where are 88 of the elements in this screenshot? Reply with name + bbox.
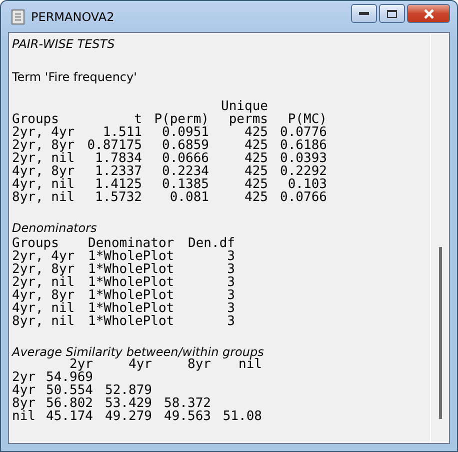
table-cell: 8yr, nil	[12, 190, 75, 205]
table-cell: 3	[227, 275, 235, 290]
column-header: Groups	[12, 112, 59, 127]
table-cell: 425	[244, 190, 268, 205]
table-cell: 3	[227, 262, 235, 277]
table-cell: 425	[244, 164, 268, 179]
table-cell: 3	[227, 301, 235, 316]
row-header: 8yr	[12, 396, 36, 411]
table-cell: 0.2292	[280, 164, 327, 179]
table-cell: 1.5732	[95, 190, 142, 205]
column-header: 4yr	[128, 357, 152, 372]
row-header: 4yr	[12, 383, 36, 398]
table-cell: 425	[244, 138, 268, 153]
table-cell: 1.511	[102, 125, 142, 140]
table-cell: 4yr, 8yr	[12, 288, 75, 303]
section-heading: Denominators	[12, 221, 98, 236]
maximize-button[interactable]	[379, 4, 405, 23]
table-cell: 0.0766	[280, 190, 327, 205]
column-header: perms	[228, 112, 268, 127]
table-cell: 0.2234	[162, 164, 209, 179]
table-cell: 56.802	[46, 396, 93, 411]
column-header: Groups	[12, 236, 59, 251]
document-icon	[11, 8, 25, 24]
scrollbar-thumb[interactable]	[438, 247, 442, 419]
table-cell: 53.429	[105, 396, 152, 411]
table-cell: 4yr, nil	[12, 177, 75, 192]
table-cell: 0.0776	[280, 125, 327, 140]
column-header: Den.df	[188, 236, 235, 251]
table-cell: 0.1385	[162, 177, 209, 192]
table-cell: 2yr, 8yr	[12, 138, 75, 153]
table-cell: 3	[227, 288, 235, 303]
table-cell: 2yr, nil	[12, 275, 75, 290]
table-cell: 3	[227, 314, 235, 329]
column-header: t	[134, 112, 142, 127]
table-cell: 1*WholePlot	[88, 301, 174, 316]
table-cell: 4yr, 8yr	[12, 164, 75, 179]
column-header: nil	[238, 357, 262, 372]
table-cell: 0.87175	[87, 138, 142, 153]
table-cell: 1.4125	[95, 177, 142, 192]
close-icon	[422, 8, 434, 18]
table-cell: 1*WholePlot	[88, 262, 174, 277]
column-header: Unique	[221, 99, 268, 114]
table-cell: 0.6859	[162, 138, 209, 153]
table-cell: 0.0951	[162, 125, 209, 140]
table-cell: 0.103	[288, 177, 327, 192]
table-cell: 425	[244, 151, 268, 166]
section-heading: PAIR-WISE TESTS	[12, 37, 116, 52]
table-cell: 2yr, nil	[12, 151, 75, 166]
table-cell: 58.372	[164, 396, 211, 411]
table-cell: 50.554	[46, 383, 93, 398]
table-cell: 1*WholePlot	[88, 275, 174, 290]
table-cell: 8yr, nil	[12, 314, 75, 329]
table-cell: 1*WholePlot	[88, 314, 174, 329]
table-cell: 52.879	[105, 383, 152, 398]
close-button[interactable]	[407, 4, 450, 23]
column-header: P(perm)	[154, 112, 209, 127]
table-cell: 1.7834	[95, 151, 142, 166]
table-cell: 2yr, 4yr	[12, 249, 75, 264]
section-heading: Average Similarity between/within groups	[12, 345, 265, 359]
table-cell: 1*WholePlot	[88, 249, 174, 264]
table-cell: 2yr, 8yr	[12, 262, 75, 277]
table-cell: 45.174	[46, 409, 93, 424]
table-cell: 1.2337	[95, 164, 142, 179]
column-header: Denominator	[88, 236, 174, 251]
minimize-icon	[359, 12, 369, 16]
table-cell: 0.0666	[162, 151, 209, 166]
table-cell: 0.0393	[280, 151, 327, 166]
table-cell: 425	[244, 177, 268, 192]
column-header: 2yr	[70, 357, 93, 372]
row-header: 2yr	[12, 370, 36, 385]
maximize-icon	[387, 10, 397, 18]
term-label: Term 'Fire frequency'	[12, 70, 138, 85]
table-cell: 54.969	[46, 370, 93, 385]
window-title: PERMANOVA2	[31, 10, 116, 24]
table-cell: 51.08	[222, 409, 262, 424]
table-cell: 3	[227, 249, 235, 264]
table-cell: 0.6186	[280, 138, 327, 153]
minimize-button[interactable]	[351, 4, 377, 23]
table-cell: 0.081	[170, 190, 209, 205]
column-header: 8yr	[188, 357, 211, 372]
column-header: P(MC)	[288, 112, 327, 127]
table-cell: 2yr, 4yr	[12, 125, 75, 140]
table-cell: 49.279	[105, 409, 152, 424]
row-header: nil	[12, 409, 36, 424]
table-cell: 425	[244, 125, 268, 140]
table-cell: 4yr, nil	[12, 301, 75, 316]
table-cell: 1*WholePlot	[88, 288, 174, 303]
table-cell: 49.563	[164, 409, 211, 424]
